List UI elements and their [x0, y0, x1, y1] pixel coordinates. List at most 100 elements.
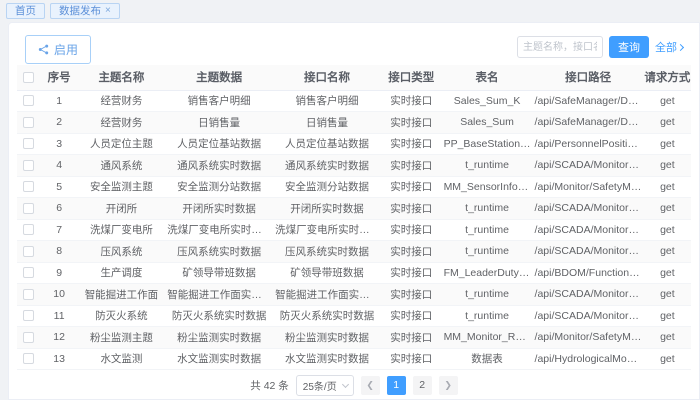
row-checkbox[interactable]: [23, 160, 34, 171]
cell-interface-name: 开闭所实时数据: [273, 198, 381, 220]
row-checkbox[interactable]: [23, 203, 34, 214]
cell-theme-data: 智能掘进工作面实时数据: [165, 284, 273, 306]
tab-data-publish-label: 数据发布: [59, 6, 101, 17]
table-row: 7洗煤厂变电所洗煤厂变电所实时数据洗煤厂变电所实时数据实时接口t_runtime…: [17, 219, 691, 241]
prev-page-button[interactable]: ❮: [361, 376, 380, 395]
cell-method: get: [644, 327, 691, 349]
cell-table-name: Sales_Sum: [442, 112, 533, 134]
row-checkbox[interactable]: [23, 224, 34, 235]
cell-interface-name: 通风系统实时数据: [273, 155, 381, 177]
cell-interface-name: 人员定位基站数据: [273, 133, 381, 155]
page-size-select[interactable]: 25条/页: [296, 375, 354, 396]
cell-seq: 13: [41, 348, 78, 370]
cell-method: get: [644, 133, 691, 155]
select-all-checkbox[interactable]: [23, 72, 34, 83]
cell-theme: 防灭火系统: [78, 305, 166, 327]
cell-interface-type: 实时接口: [381, 133, 442, 155]
next-page-button[interactable]: ❯: [439, 376, 458, 395]
cell-table-name: FM_LeaderDutyTable: [442, 262, 533, 284]
tab-home-label: 首页: [15, 6, 36, 17]
cell-interface-name: 压风系统实时数据: [273, 241, 381, 263]
cell-interface-type: 实时接口: [381, 176, 442, 198]
close-icon[interactable]: ×: [105, 6, 111, 16]
table-row: 3人员定位主题人员定位基站数据人员定位基站数据实时接口PP_BaseStatio…: [17, 133, 691, 155]
row-checkbox[interactable]: [23, 267, 34, 278]
row-checkbox[interactable]: [23, 289, 34, 300]
table-row: 11防灭火系统防灭火系统实时数据防灭火系统实时数据实时接口t_runtime/a…: [17, 305, 691, 327]
column-header: 请求方式: [644, 65, 691, 90]
cell-path: /api/Monitor/SafetyMonitoring...: [533, 176, 644, 198]
row-checkbox[interactable]: [23, 310, 34, 321]
cell-method: get: [644, 176, 691, 198]
cell-theme: 智能掘进工作面: [78, 284, 166, 306]
table-body: 1经营财务销售客户明细销售客户明细实时接口Sales_Sum_K/api/Saf…: [17, 90, 691, 370]
cell-path: /api/SCADA/Monitor/SCADAM...: [533, 155, 644, 177]
column-header: 表名: [442, 65, 533, 90]
cell-table-name: t_runtime: [442, 155, 533, 177]
search-group: 查询 全部: [517, 36, 683, 58]
row-checkbox[interactable]: [23, 138, 34, 149]
cell-theme-data: 通风系统实时数据: [165, 155, 273, 177]
cell-path: /api/Monitor/SafetyMonitoring...: [533, 327, 644, 349]
cell-seq: 4: [41, 155, 78, 177]
row-checkbox[interactable]: [23, 117, 34, 128]
cell-path: /api/SCADA/Monitor/SCADAM...: [533, 284, 644, 306]
cell-theme-data: 人员定位基站数据: [165, 133, 273, 155]
cell-interface-type: 实时接口: [381, 198, 442, 220]
header-checkbox-cell: [17, 65, 41, 90]
column-header: 接口名称: [273, 65, 381, 90]
row-checkbox-cell: [17, 112, 41, 134]
cell-table-name: t_runtime: [442, 219, 533, 241]
toolbar: 启用 查询 全部: [17, 31, 691, 65]
enable-button-label: 启用: [54, 41, 78, 58]
cell-method: get: [644, 219, 691, 241]
cell-method: get: [644, 262, 691, 284]
cell-path: /api/SCADA/Monitor/SCADAM...: [533, 241, 644, 263]
row-checkbox-cell: [17, 241, 41, 263]
cell-theme: 通风系统: [78, 155, 166, 177]
tab-home[interactable]: 首页: [6, 3, 45, 20]
row-checkbox-cell: [17, 198, 41, 220]
cell-table-name: MM_SensorInfo_ALL: [442, 176, 533, 198]
column-header: 序号: [41, 65, 78, 90]
row-checkbox-cell: [17, 90, 41, 112]
page-button-2[interactable]: 2: [413, 376, 432, 395]
cell-interface-type: 实时接口: [381, 112, 442, 134]
table-header-row: 序号主题名称主题数据接口名称接口类型表名接口路径请求方式: [17, 65, 691, 90]
row-checkbox-cell: [17, 155, 41, 177]
cell-method: get: [644, 284, 691, 306]
cell-interface-name: 粉尘监测实时数据: [273, 327, 381, 349]
table-row: 9生产调度矿领导带班数据矿领导带班数据实时接口FM_LeaderDutyTabl…: [17, 262, 691, 284]
enable-button[interactable]: 启用: [25, 35, 91, 64]
row-checkbox[interactable]: [23, 353, 34, 364]
cell-seq: 7: [41, 219, 78, 241]
table-row: 10智能掘进工作面智能掘进工作面实时数据智能掘进工作面实时数据实时接口t_run…: [17, 284, 691, 306]
cell-theme-data: 销售客户明细: [165, 90, 273, 112]
cell-path: /api/SCADA/Monitor/SCADAM...: [533, 305, 644, 327]
cell-method: get: [644, 90, 691, 112]
query-button[interactable]: 查询: [609, 36, 649, 58]
cell-table-name: t_runtime: [442, 198, 533, 220]
cell-interface-type: 实时接口: [381, 284, 442, 306]
cell-theme: 开闭所: [78, 198, 166, 220]
page-button-1[interactable]: 1: [387, 376, 406, 395]
row-checkbox-cell: [17, 133, 41, 155]
cell-interface-type: 实时接口: [381, 348, 442, 370]
row-checkbox[interactable]: [23, 332, 34, 343]
table-row: 1经营财务销售客户明细销售客户明细实时接口Sales_Sum_K/api/Saf…: [17, 90, 691, 112]
cell-path: /api/HydrologicalMonitor/GetR...: [533, 348, 644, 370]
cell-interface-type: 实时接口: [381, 155, 442, 177]
tab-bar: 首页 数据发布 ×: [0, 0, 700, 22]
cell-interface-name: 日销售量: [273, 112, 381, 134]
cell-interface-name: 销售客户明细: [273, 90, 381, 112]
tab-data-publish[interactable]: 数据发布 ×: [50, 3, 120, 20]
search-input[interactable]: [517, 36, 603, 58]
cell-interface-name: 防灭火系统实时数据: [273, 305, 381, 327]
row-checkbox[interactable]: [23, 246, 34, 257]
table-row: 13水文监测水文监测实时数据水文监测实时数据实时接口数据表/api/Hydrol…: [17, 348, 691, 370]
total-count: 共 42 条: [250, 378, 289, 393]
row-checkbox[interactable]: [23, 95, 34, 106]
all-link[interactable]: 全部: [655, 39, 683, 55]
chevron-down-icon: [342, 380, 349, 387]
row-checkbox[interactable]: [23, 181, 34, 192]
